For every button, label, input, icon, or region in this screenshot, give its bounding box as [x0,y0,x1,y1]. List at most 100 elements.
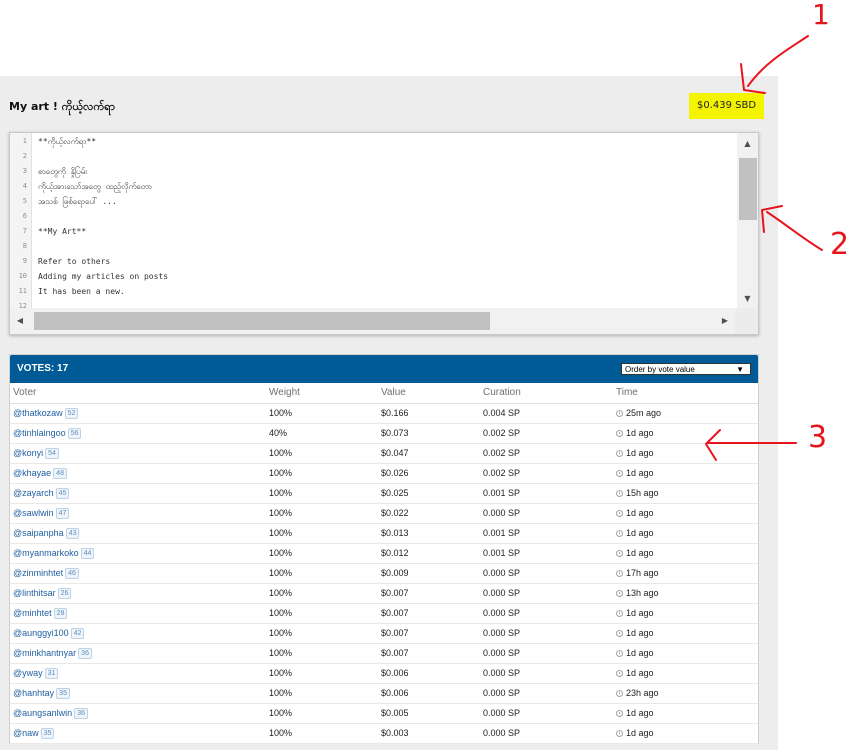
weight-cell: 100% [266,703,378,724]
clock-icon [616,410,623,417]
annotation-label-1: 1 [812,0,830,31]
time-cell: 1d ago [613,723,758,744]
code-line: **My Art** [38,227,87,236]
weight-cell: 100% [266,403,378,424]
curation-cell: 0.002 SP [480,423,613,444]
code-area[interactable]: **ကိုယ့်လက်ရာ** စာတွေကို နှိုပြမ်း ကိုယ့်အ… [38,133,733,308]
value-cell: $0.007 [378,643,480,664]
clock-icon [616,650,623,657]
voter-cell: @hanhtay 35 [10,683,266,704]
scroll-left-arrow-icon[interactable]: ◀ [10,308,30,334]
value-cell: $0.073 [378,423,480,444]
curation-cell: 0.001 SP [480,543,613,564]
curation-cell: 0.004 SP [480,403,613,424]
curation-cell: 0.002 SP [480,443,613,464]
table-row: @aunggyi100 42 100% $0.007 0.000 SP 1d ago [10,623,758,644]
weight-cell: 100% [266,683,378,704]
voter-cell: @zayarch 45 [10,483,266,504]
clock-icon [616,430,623,437]
order-select-value: Order by vote value [625,365,695,374]
column-header-time: Time [613,383,758,404]
reputation-badge: 42 [70,627,85,639]
scroll-up-arrow-icon[interactable]: ▲ [737,135,758,153]
weight-cell: 40% [266,423,378,444]
clock-icon [616,610,623,617]
voter-link[interactable]: @aunggyi100 [13,628,69,638]
table-row: @minkhantnyar 36 100% $0.007 0.000 SP 1d ago [10,643,758,664]
time-cell: 1d ago [613,503,758,524]
scroll-down-arrow-icon[interactable]: ▼ [737,290,758,308]
vertical-scroll-thumb[interactable] [739,158,757,220]
voter-link[interactable]: @konyi [13,448,43,458]
voter-link[interactable]: @khayae [13,468,51,478]
line-number: 8 [22,242,27,250]
time-text: 25m ago [626,408,662,418]
horizontal-scroll-thumb[interactable] [34,312,490,330]
curation-cell: 0.000 SP [480,503,613,524]
reputation-badge: 45 [55,487,70,499]
voter-cell: @tinhlaingoo 56 [10,423,266,444]
line-number: 11 [18,287,27,295]
voter-link[interactable]: @zayarch [13,488,54,498]
clock-icon [616,490,623,497]
curation-cell: 0.000 SP [480,683,613,704]
line-number: 12 [18,302,27,308]
horizontal-scrollbar[interactable]: ◀ ▶ [10,308,735,334]
time-text: 1d ago [626,608,654,618]
time-text: 1d ago [626,728,654,738]
voter-link[interactable]: @tinhlaingoo [13,428,66,438]
weight-cell: 100% [266,663,378,684]
weight-cell: 100% [266,723,378,744]
table-row: @khayae 48 100% $0.026 0.002 SP 1d ago [10,463,758,484]
voter-link[interactable]: @aungsanlwin [13,708,72,718]
voter-link[interactable]: @sawlwin [13,508,54,518]
reputation-badge: 47 [55,507,70,519]
column-header-weight: Weight [266,383,378,404]
value-cell: $0.007 [378,603,480,624]
voter-link[interactable]: @zinminhtet [13,568,63,578]
reputation-badge: 48 [53,467,67,479]
vertical-scrollbar[interactable]: ▲ ▼ [737,133,758,308]
reputation-badge: 56 [67,427,82,439]
value-cell: $0.022 [378,503,480,524]
voter-cell: @minhtet 28 [10,603,266,624]
time-text: 15h ago [626,488,659,498]
clock-icon [616,710,623,717]
time-text: 13h ago [626,588,659,598]
line-number: 4 [22,182,27,190]
voter-link[interactable]: @hanhtay [13,688,54,698]
time-cell: 1d ago [613,523,758,544]
value-cell: $0.025 [378,483,480,504]
value-cell: $0.003 [378,723,480,744]
markdown-editor[interactable]: 1 2 3 4 5 6 7 8 9 10 11 12 **ကိုယ့်လက်ရာ** စာတွေကို … [9,132,759,335]
table-row: @myanmarkoko 44 100% $0.012 0.001 SP 1d ago [10,543,758,564]
votes-table-header: Voter Weight Value Curation Time [10,383,758,404]
voter-link[interactable]: @thatkozaw [13,408,63,418]
voter-link[interactable]: @linthitsar [13,588,56,598]
table-row: @tinhlaingoo 56 40% $0.073 0.002 SP 1d ago [10,423,758,444]
clock-icon [616,510,623,517]
voter-cell: @konyi 54 [10,443,266,464]
code-line: အသစ် ဖြစ်ရောပေါ် ... [38,197,117,206]
order-select[interactable]: Order by vote value ▼ [621,363,751,375]
voter-link[interactable]: @myanmarkoko [13,548,79,558]
weight-cell: 100% [266,443,378,464]
scroll-right-arrow-icon[interactable]: ▶ [715,308,735,334]
voter-link[interactable]: @minhtet [13,608,52,618]
value-cell: $0.006 [378,683,480,704]
voter-link[interactable]: @minkhantnyar [13,648,76,658]
code-line: စာတွေကို နှိုပြမ်း [38,167,88,176]
voter-link[interactable]: @naw [13,728,39,738]
reputation-badge: 26 [57,587,72,599]
time-text: 23h ago [626,688,659,698]
voter-link[interactable]: @saipanpha [13,528,64,538]
value-cell: $0.007 [378,583,480,604]
time-text: 1d ago [626,708,654,718]
voter-link[interactable]: @yway [13,668,43,678]
time-text: 1d ago [626,448,654,458]
payout-badge[interactable]: $0.439 SBD [689,93,764,119]
voter-cell: @myanmarkoko 44 [10,543,266,564]
code-line: ကိုယ့်အားသော်အတွေ ထည့်လိုက်တော [38,182,152,191]
votes-panel: VOTES: 17 Order by vote value ▼ Voter We… [9,354,759,744]
